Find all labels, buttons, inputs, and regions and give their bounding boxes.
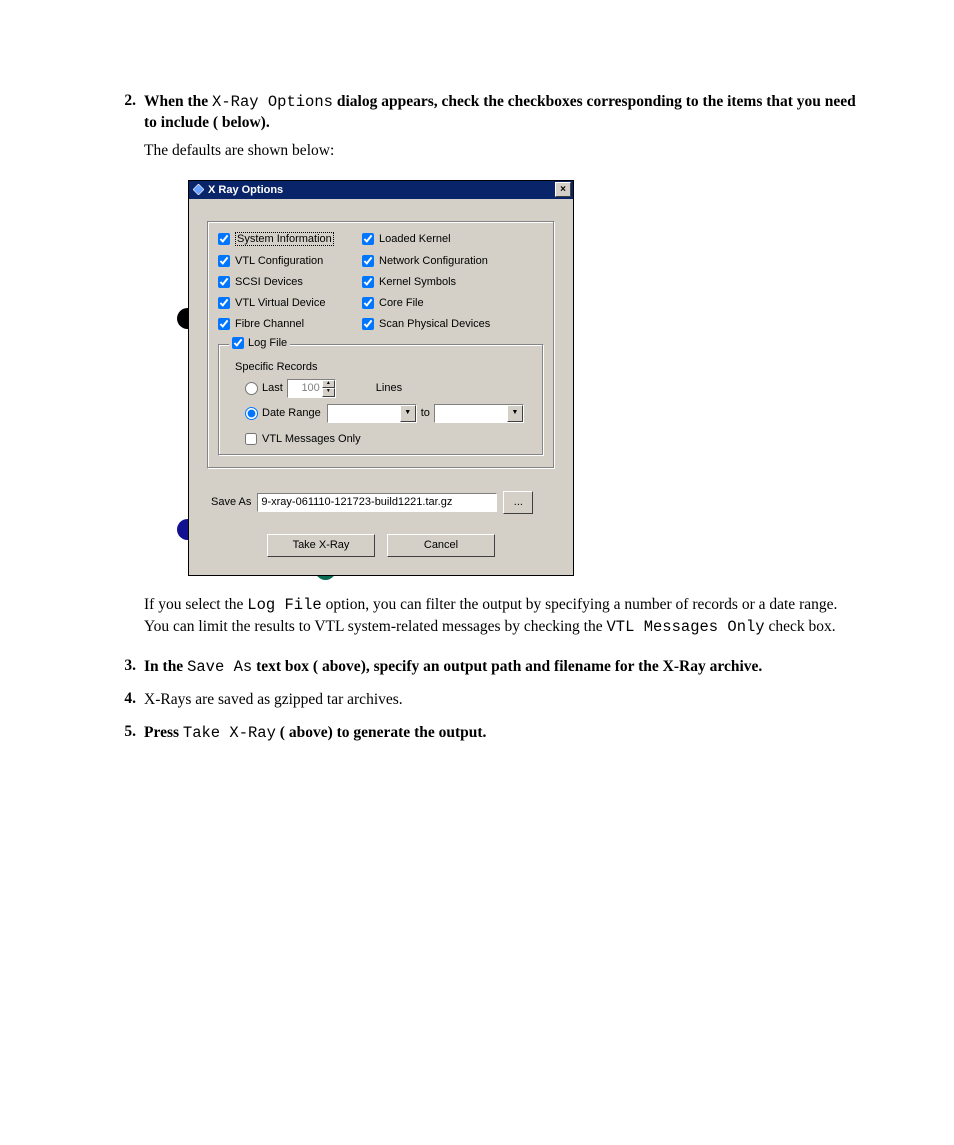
log-file-group: Log File Specific Records Last ▲ ▼ bbox=[218, 344, 544, 456]
radio-label: Date Range bbox=[262, 407, 321, 419]
step-body: In the Save As text box ( above), specif… bbox=[144, 657, 864, 678]
step-2: 2. When the X-Ray Options dialog appears… bbox=[110, 92, 864, 134]
dialog-buttons: Take X-Ray Cancel bbox=[207, 534, 555, 557]
step-number: 5. bbox=[110, 723, 144, 744]
checkbox-input[interactable] bbox=[362, 255, 374, 267]
checkbox-system-information[interactable]: System Information bbox=[218, 232, 358, 246]
spinner-arrows[interactable]: ▲ ▼ bbox=[322, 380, 335, 397]
checkbox-grid: System Information Loaded Kernel VTL Con… bbox=[218, 232, 544, 330]
checkbox-loaded-kernel[interactable]: Loaded Kernel bbox=[362, 232, 544, 246]
step-subtext: The defaults are shown below: bbox=[144, 140, 864, 162]
checkbox-label: Kernel Symbols bbox=[379, 276, 456, 288]
checkbox-input[interactable] bbox=[245, 433, 257, 445]
save-as-row: Save As ... bbox=[211, 491, 555, 514]
dialog-body: System Information Loaded Kernel VTL Con… bbox=[188, 199, 574, 576]
checkbox-input[interactable] bbox=[218, 233, 230, 245]
checkbox-scsi-devices[interactable]: SCSI Devices bbox=[218, 276, 358, 288]
date-to-combo[interactable]: ▼ bbox=[434, 404, 524, 423]
save-as-input[interactable] bbox=[257, 493, 497, 512]
checkbox-input[interactable] bbox=[218, 297, 230, 309]
step-number: 4. bbox=[110, 690, 144, 711]
checkbox-label: SCSI Devices bbox=[235, 276, 303, 288]
browse-button[interactable]: ... bbox=[503, 491, 533, 514]
checkbox-label: VTL Configuration bbox=[235, 255, 323, 267]
close-button[interactable]: × bbox=[555, 182, 571, 197]
app-icon bbox=[192, 184, 204, 196]
checkbox-label: System Information bbox=[235, 232, 334, 246]
checkbox-input[interactable] bbox=[362, 297, 374, 309]
code: X-Ray Options bbox=[212, 93, 333, 111]
checkbox-label: Scan Physical Devices bbox=[379, 318, 490, 330]
chevron-down-icon[interactable]: ▼ bbox=[400, 405, 416, 422]
checkbox-vtl-messages-only[interactable]: VTL Messages Only bbox=[245, 433, 533, 445]
text: check box. bbox=[765, 618, 836, 635]
options-group: System Information Loaded Kernel VTL Con… bbox=[207, 221, 555, 469]
checkbox-input[interactable] bbox=[362, 276, 374, 288]
radio-date-range[interactable] bbox=[245, 407, 258, 420]
save-as-label: Save As bbox=[211, 496, 251, 508]
step-4: 4. X-Rays are saved as gzipped tar archi… bbox=[110, 690, 864, 711]
step-5: 5. Press Take X-Ray ( above) to generate… bbox=[110, 723, 864, 744]
code: Take X-Ray bbox=[183, 724, 276, 742]
checkbox-label: Fibre Channel bbox=[235, 318, 304, 330]
checkbox-vtl-virtual-device[interactable]: VTL Virtual Device bbox=[218, 297, 358, 309]
step-body: When the X-Ray Options dialog appears, c… bbox=[144, 92, 864, 134]
to-label: to bbox=[421, 407, 430, 419]
text: Press bbox=[144, 724, 183, 741]
text: When the bbox=[144, 93, 212, 110]
dialog-titlebar: X Ray Options × bbox=[188, 180, 574, 199]
checkbox-label: Log File bbox=[248, 337, 287, 349]
checkbox-label: Network Configuration bbox=[379, 255, 488, 267]
text: text box ( above), specify an output pat… bbox=[252, 658, 762, 675]
step-body: X-Rays are saved as gzipped tar archives… bbox=[144, 690, 864, 711]
date-from-combo[interactable]: ▼ bbox=[327, 404, 417, 423]
log-file-legend[interactable]: Log File bbox=[229, 337, 290, 349]
date-to-input[interactable] bbox=[435, 405, 507, 422]
radio-date-range-row: Date Range ▼ to ▼ bbox=[245, 404, 533, 423]
step-number: 2. bbox=[110, 92, 144, 134]
explanatory-text: If you select the Log File option, you c… bbox=[144, 594, 864, 639]
spinner-down-icon[interactable]: ▼ bbox=[322, 388, 335, 397]
last-lines-spinner[interactable]: ▲ ▼ bbox=[287, 379, 336, 398]
checkbox-input[interactable] bbox=[362, 318, 374, 330]
spinner-input[interactable] bbox=[288, 380, 322, 397]
radio-last-row: Last ▲ ▼ Lines bbox=[245, 379, 533, 398]
text: In the bbox=[144, 658, 187, 675]
checkbox-kernel-symbols[interactable]: Kernel Symbols bbox=[362, 276, 544, 288]
specific-records-label: Specific Records bbox=[235, 361, 533, 373]
checkbox-input[interactable] bbox=[362, 233, 374, 245]
lines-label: Lines bbox=[376, 382, 402, 394]
checkbox-log-file[interactable] bbox=[232, 337, 244, 349]
code: VTL Messages Only bbox=[606, 618, 764, 636]
page: 2. When the X-Ray Options dialog appears… bbox=[0, 0, 954, 1145]
checkbox-label: Loaded Kernel bbox=[379, 233, 451, 245]
take-xray-button[interactable]: Take X-Ray bbox=[267, 534, 375, 557]
checkbox-input[interactable] bbox=[218, 276, 230, 288]
checkbox-core-file[interactable]: Core File bbox=[362, 297, 544, 309]
checkbox-label: VTL Messages Only bbox=[262, 433, 361, 445]
radio-label: Last bbox=[262, 382, 283, 394]
dialog-title: X Ray Options bbox=[208, 184, 555, 196]
checkbox-label: VTL Virtual Device bbox=[235, 297, 325, 309]
spinner-up-icon[interactable]: ▲ bbox=[322, 380, 335, 389]
step-body: Press Take X-Ray ( above) to generate th… bbox=[144, 723, 864, 744]
date-from-input[interactable] bbox=[328, 405, 400, 422]
checkbox-vtl-configuration[interactable]: VTL Configuration bbox=[218, 255, 358, 267]
cancel-button[interactable]: Cancel bbox=[387, 534, 495, 557]
step-3: 3. In the Save As text box ( above), spe… bbox=[110, 657, 864, 678]
checkbox-scan-physical-devices[interactable]: Scan Physical Devices bbox=[362, 318, 544, 330]
text: ( above) to generate the output. bbox=[276, 724, 487, 741]
step-number: 3. bbox=[110, 657, 144, 678]
chevron-down-icon[interactable]: ▼ bbox=[507, 405, 523, 422]
checkbox-input[interactable] bbox=[218, 255, 230, 267]
checkbox-network-configuration[interactable]: Network Configuration bbox=[362, 255, 544, 267]
radio-last[interactable] bbox=[245, 382, 258, 395]
xray-options-dialog: X Ray Options × System Information Loade… bbox=[188, 180, 574, 576]
checkbox-label: Core File bbox=[379, 297, 424, 309]
text: If you select the bbox=[144, 596, 247, 613]
code: Save As bbox=[187, 658, 252, 676]
code: Log File bbox=[247, 596, 321, 614]
checkbox-fibre-channel[interactable]: Fibre Channel bbox=[218, 318, 358, 330]
checkbox-input[interactable] bbox=[218, 318, 230, 330]
